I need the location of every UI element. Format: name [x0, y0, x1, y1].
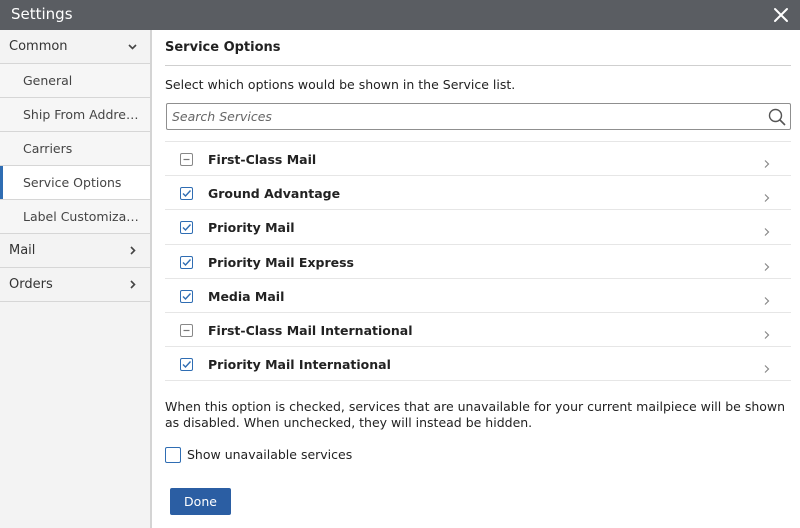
divider — [165, 65, 791, 66]
sidebar-item-label: Carriers — [23, 141, 73, 156]
sidebar-item-carriers[interactable]: Carriers — [0, 132, 150, 166]
sidebar-section-mail[interactable]: Mail — [0, 234, 150, 268]
chevron-right-icon[interactable] — [762, 188, 771, 203]
sidebar-item-label-customization[interactable]: Label Customization — [0, 200, 150, 234]
sidebar-item-label: General — [23, 73, 73, 88]
sidebar-section-orders[interactable]: Orders — [0, 268, 150, 302]
sidebar-item-label: Orders — [9, 277, 53, 292]
service-name: Media Mail — [208, 288, 285, 304]
chevron-down-icon — [127, 41, 138, 52]
service-row[interactable]: Priority Mail International — [165, 347, 791, 382]
sidebar-item-label: Service Options — [23, 175, 122, 190]
chevron-right-icon[interactable] — [762, 359, 771, 374]
done-button[interactable]: Done — [170, 488, 231, 515]
service-name: First-Class Mail — [208, 152, 317, 167]
show-unavailable-label: Show unavailable services — [187, 447, 353, 462]
sidebar-item-ship-from-address[interactable]: Ship From Address... — [0, 98, 150, 132]
service-row[interactable]: Ground Advantage — [165, 176, 791, 211]
chevron-right-icon[interactable] — [762, 291, 771, 305]
service-checkbox-checked[interactable] — [180, 255, 193, 269]
service-row[interactable]: First-Class Mail International — [165, 313, 791, 348]
sidebar-section-common[interactable]: Common — [0, 30, 150, 64]
search-icon[interactable] — [768, 108, 786, 126]
sidebar-item-label: Label Customization — [23, 209, 141, 224]
window-title: Settings — [11, 5, 73, 23]
service-row[interactable]: Priority Mail Express — [165, 245, 791, 279]
help-text: When this option is checked, services th… — [165, 399, 786, 430]
service-list: First-Class Mail Ground Advantage Priority… — [165, 141, 791, 382]
close-icon[interactable] — [770, 4, 792, 26]
service-checkbox-indeterminate[interactable] — [180, 153, 193, 166]
service-name: First-Class Mail International — [208, 322, 413, 338]
service-checkbox-indeterminate[interactable] — [180, 323, 193, 337]
service-row[interactable]: Media Mail — [165, 279, 791, 313]
chevron-right-icon[interactable] — [762, 325, 771, 339]
page-title: Service Options — [165, 40, 281, 55]
service-name: Priority Mail International — [208, 357, 391, 373]
title-bar: Settings — [0, 0, 800, 30]
service-checkbox-checked[interactable] — [180, 358, 193, 372]
service-checkbox-checked[interactable] — [180, 289, 193, 303]
show-unavailable-checkbox[interactable] — [165, 447, 181, 463]
service-checkbox-checked[interactable] — [180, 187, 193, 201]
sidebar-item-label: Mail — [9, 243, 36, 258]
service-name: Priority Mail — [208, 220, 295, 236]
sidebar-item-label: Common — [9, 39, 68, 54]
chevron-right-icon — [127, 245, 138, 256]
service-row[interactable]: Priority Mail — [165, 210, 791, 245]
chevron-right-icon[interactable] — [762, 222, 771, 237]
sidebar-item-service-options[interactable]: Service Options — [0, 166, 150, 200]
service-name: Ground Advantage — [208, 186, 341, 202]
sidebar-item-general[interactable]: General — [0, 64, 150, 98]
search-box[interactable] — [166, 103, 791, 130]
sidebar: Common General Ship From Address... Carr… — [0, 30, 152, 528]
service-checkbox-checked[interactable] — [180, 221, 193, 235]
chevron-right-icon[interactable] — [762, 257, 771, 271]
intro-text: Select which options would be shown in t… — [165, 77, 516, 92]
chevron-right-icon[interactable] — [762, 154, 771, 168]
search-input[interactable] — [172, 107, 757, 126]
service-row[interactable]: First-Class Mail — [165, 142, 791, 177]
service-name: Priority Mail Express — [208, 254, 354, 270]
chevron-right-icon — [127, 279, 138, 290]
sidebar-item-label: Ship From Address... — [23, 107, 141, 122]
